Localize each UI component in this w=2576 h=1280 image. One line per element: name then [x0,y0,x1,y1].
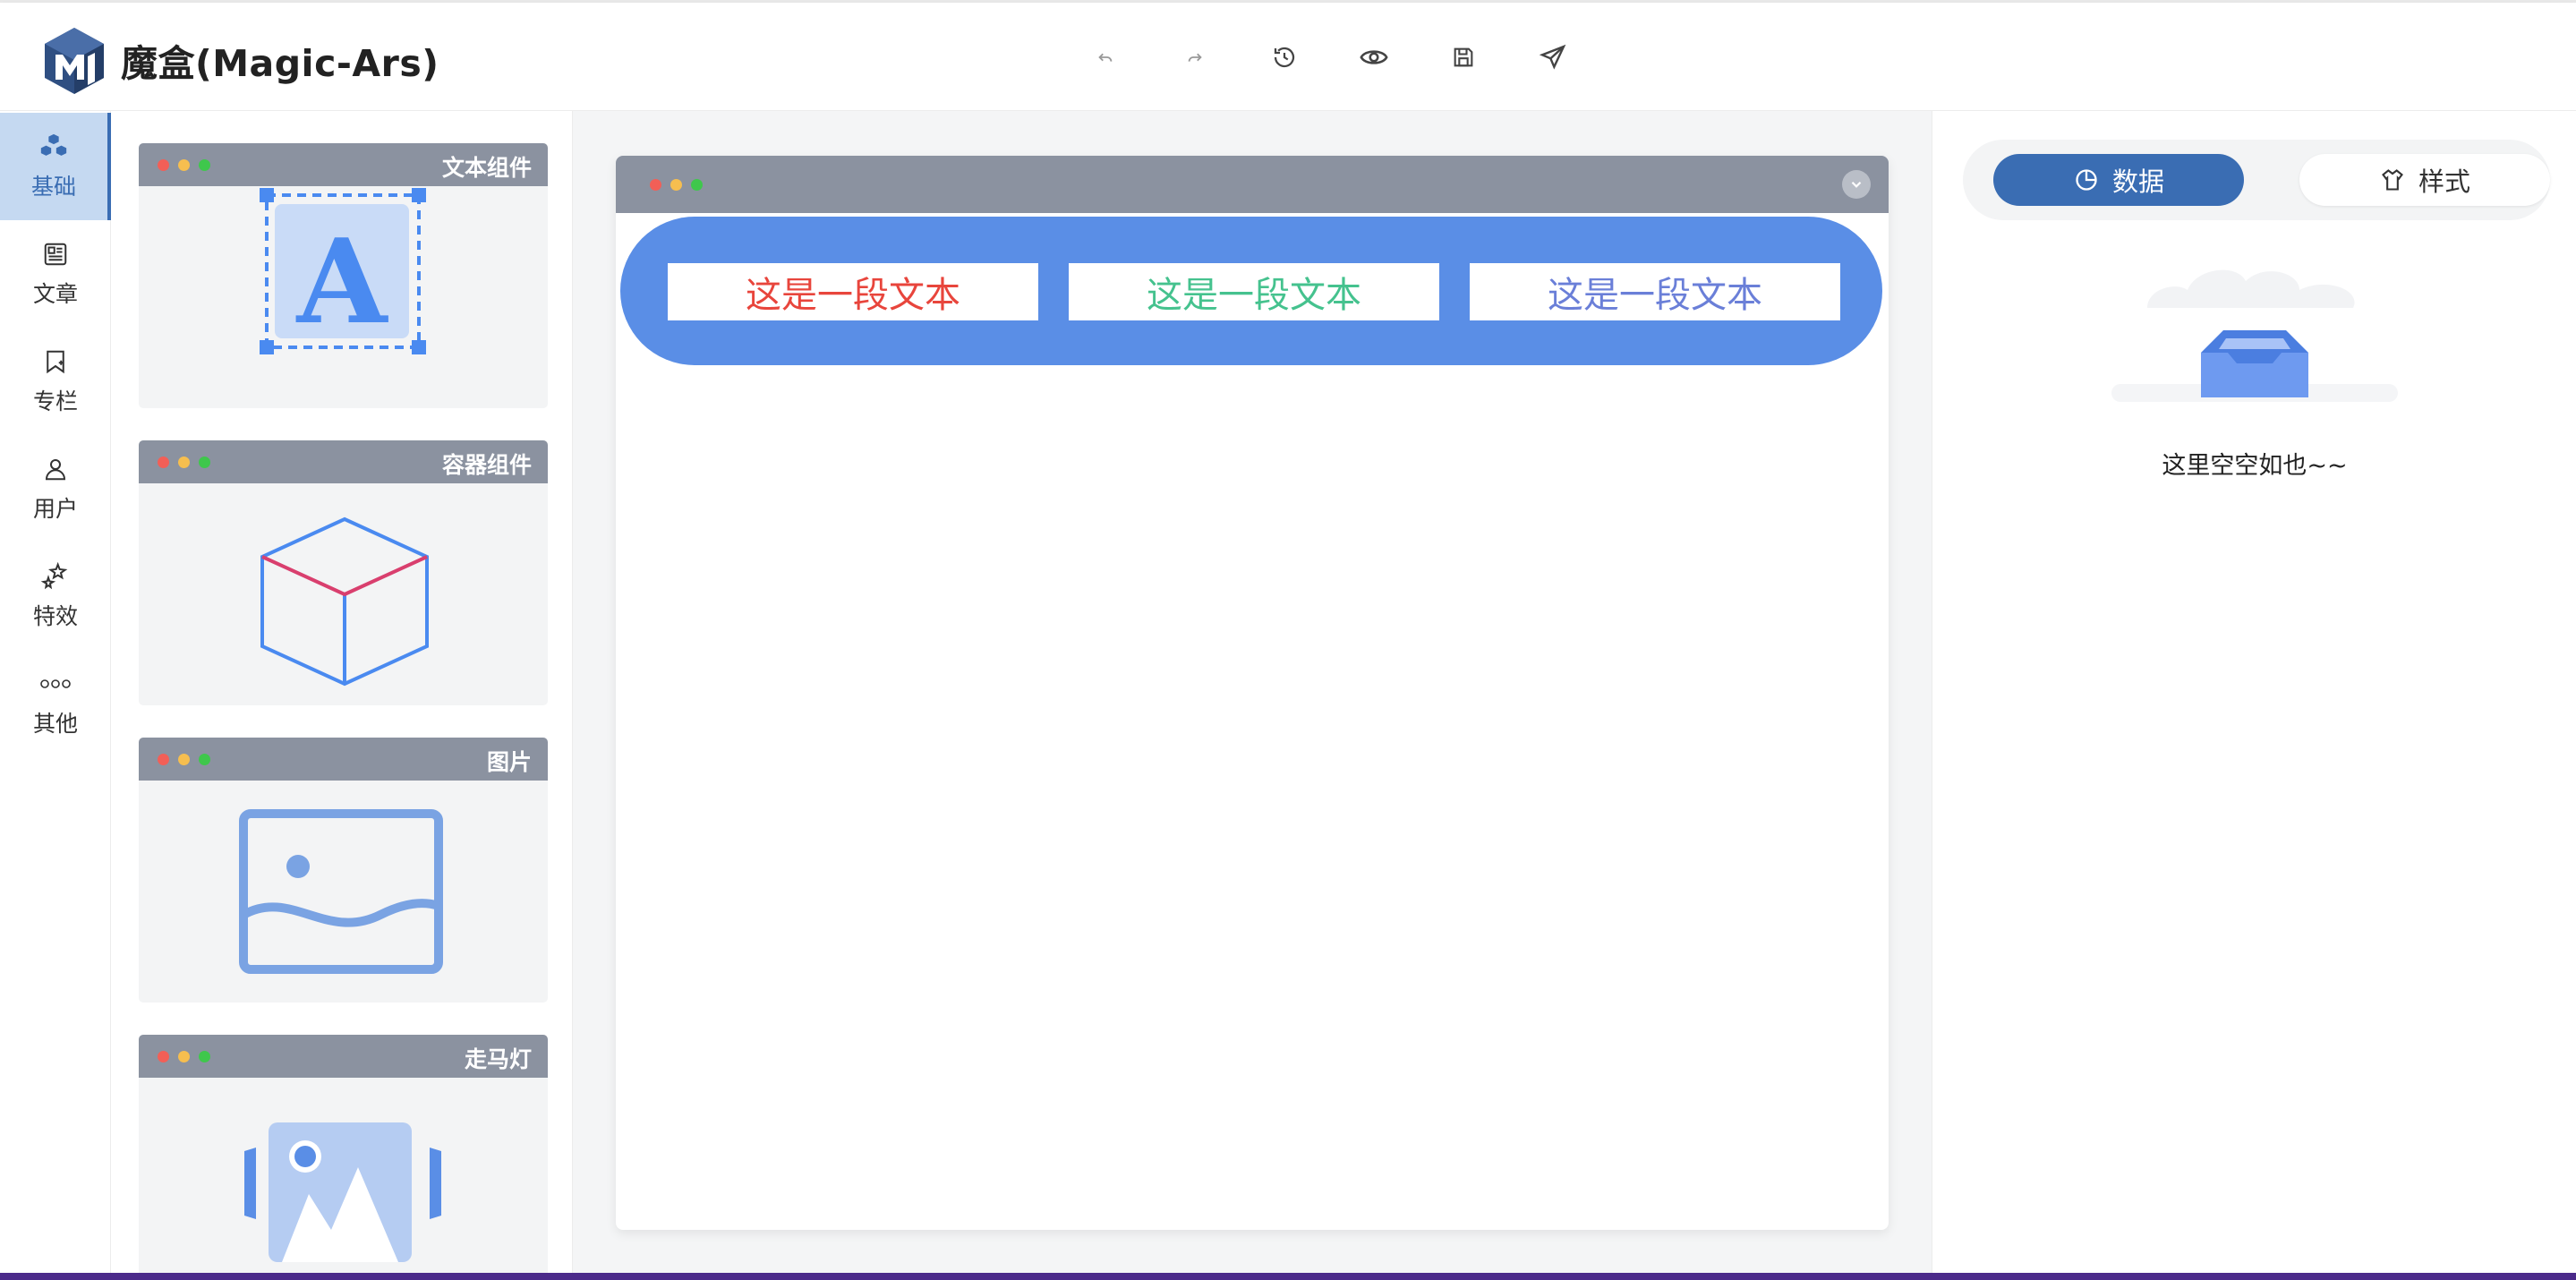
chevron-down-icon [1851,181,1862,188]
component-card-carousel[interactable]: 走马灯 [139,1035,548,1273]
redo-button[interactable] [1173,35,1217,80]
text-component-icon: A [139,186,548,408]
text-component[interactable]: 这是一段文本 [668,263,1038,320]
window-close-dot [158,159,169,171]
card-titlebar: 走马灯 [139,1035,548,1078]
editor-canvas: 这是一段文本 这是一段文本 这是一段文本 [573,111,1932,1273]
window-close-dot [158,457,169,468]
sidebar: 基础 文章 专栏 用户 特效 其他 [0,111,111,1273]
sparkle-icon [40,561,71,592]
toolbar [1083,35,1620,80]
component-card-image[interactable]: 图片 [139,738,548,1003]
cube-icon [139,483,548,705]
bookmark-icon [40,346,71,377]
sidebar-item-user[interactable]: 用户 [0,435,111,542]
card-titlebar: 文本组件 [139,143,548,186]
window-maximize-dot [199,1051,210,1062]
eye-icon [1360,50,1388,64]
publish-button[interactable] [1531,35,1575,80]
window-maximize-dot [199,754,210,765]
window-minimize-dot [178,754,190,765]
text-component[interactable]: 这是一段文本 [1470,263,1840,320]
sidebar-item-others[interactable]: 其他 [0,650,111,757]
app-title: 魔盒(Magic-Ars) [121,42,439,85]
send-icon [1539,44,1566,70]
sidebar-item-label: 专栏 [32,388,78,414]
window-maximize-dot [199,457,210,468]
redo-icon [1188,53,1202,62]
window-maximize-dot [691,179,703,191]
sidebar-item-column[interactable]: 专栏 [0,328,111,435]
window-minimize-dot [178,1051,190,1062]
carousel-icon [139,1078,548,1273]
window-minimize-dot [178,159,190,171]
card-titlebar: 图片 [139,738,548,781]
shirt-icon [2379,166,2406,193]
sidebar-item-label: 其他 [32,711,78,737]
undo-button[interactable] [1083,35,1128,80]
svg-text:A: A [295,213,389,350]
device-titlebar [616,156,1889,213]
sidebar-item-label: 用户 [32,496,78,522]
image-icon [139,781,548,1003]
empty-state-text: 这里空空如也~~ [2162,452,2348,480]
preview-button[interactable] [1352,35,1396,80]
card-title: 容器组件 [441,452,532,478]
card-title: 走马灯 [464,1046,532,1072]
window-minimize-dot [670,179,682,191]
history-icon [1274,47,1295,68]
tab-style[interactable]: 样式 [2299,154,2550,206]
sidebar-item-article[interactable]: 文章 [0,220,111,328]
sidebar-item-label: 文章 [32,281,78,307]
sidebar-item-effects[interactable]: 特效 [0,542,111,650]
component-card-text[interactable]: 文本组件 A [139,143,548,408]
save-icon [1454,47,1473,67]
window-close-dot [158,1051,169,1062]
tab-label: 样式 [2418,166,2470,197]
window-close-dot [158,754,169,765]
save-button[interactable] [1441,35,1486,80]
window-maximize-dot [199,159,210,171]
sidebar-item-label: 特效 [32,603,78,629]
collapse-button[interactable] [1842,170,1871,199]
magic-box-logo-icon [43,26,106,96]
tab-data[interactable]: 数据 [1993,154,2244,206]
header: 魔盒(Magic-Ars) [0,3,2576,111]
container-component[interactable]: 这是一段文本 这是一段文本 这是一段文本 [620,217,1882,365]
properties-panel: 数据 样式 这里空空如也~~ [1932,111,2576,1273]
history-button[interactable] [1262,35,1307,80]
article-icon [40,239,71,269]
sidebar-item-basic[interactable]: 基础 [0,113,111,220]
component-card-container[interactable]: 容器组件 [139,440,548,705]
component-panel: 文本组件 A 容器组件 图片 走马灯 [111,111,573,1273]
preview-device[interactable]: 这是一段文本 这是一段文本 这是一段文本 [616,156,1889,1230]
more-icon [40,669,71,699]
undo-icon [1098,53,1113,62]
tab-label: 数据 [2111,166,2164,197]
properties-tabs: 数据 样式 [1963,140,2550,220]
window-close-dot [650,179,661,191]
text-component[interactable]: 这是一段文本 [1069,263,1439,320]
card-title: 图片 [486,749,532,775]
window-minimize-dot [178,457,190,468]
empty-box-icon [2111,245,2398,424]
pie-chart-icon [2073,166,2100,193]
card-title: 文本组件 [441,155,532,181]
card-titlebar: 容器组件 [139,440,548,483]
sidebar-item-label: 基础 [30,174,76,200]
user-icon [40,454,71,484]
bottom-border [0,1273,2576,1280]
cubes-icon [38,132,69,162]
